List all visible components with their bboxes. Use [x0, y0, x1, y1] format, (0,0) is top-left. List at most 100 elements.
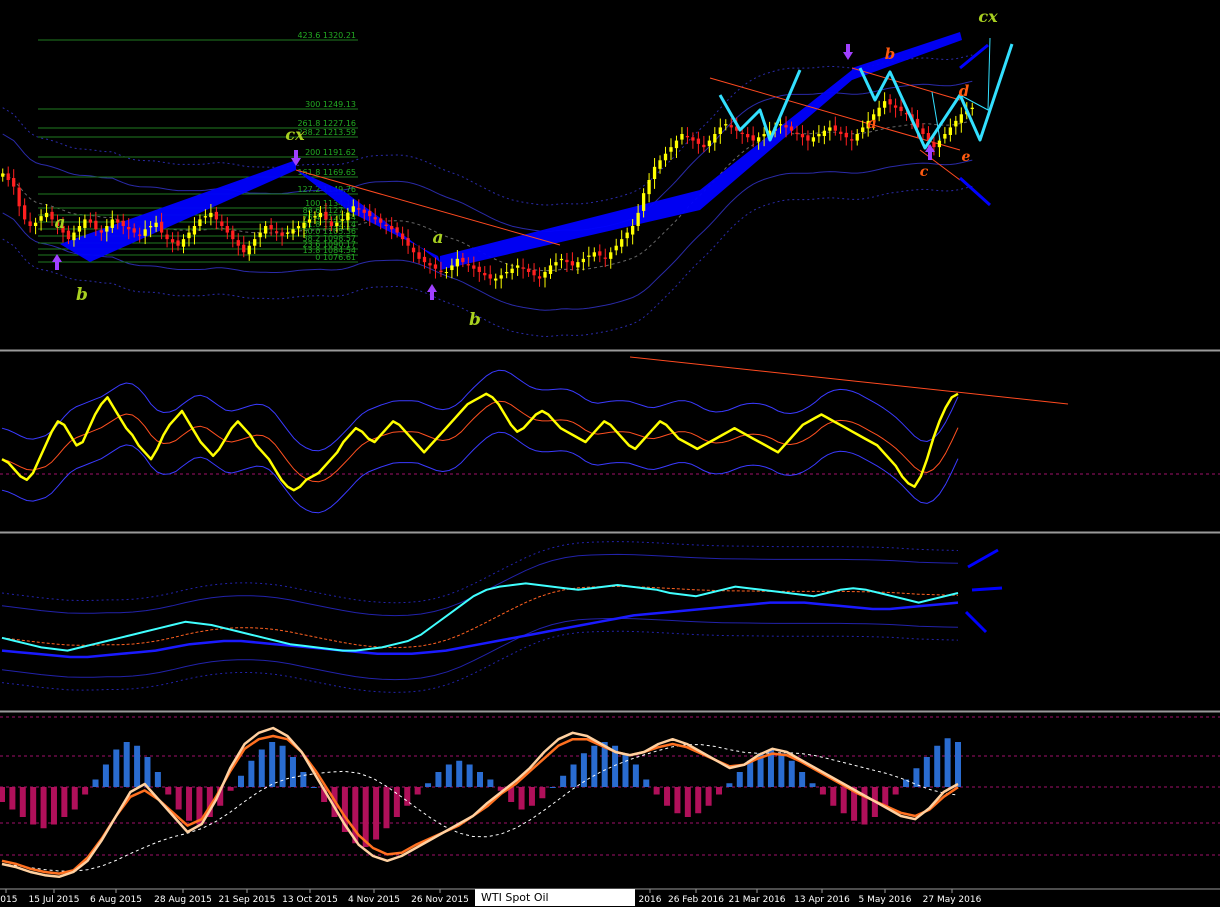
histogram-bar: [622, 753, 629, 787]
candle-body: [658, 160, 662, 169]
histogram-bar: [19, 787, 26, 817]
x-tick-label: 2015: [0, 895, 17, 905]
candle-body: [253, 239, 257, 246]
candle-body: [751, 135, 755, 141]
candle-body: [138, 234, 142, 236]
x-tick-label: 28 Aug 2015: [154, 895, 212, 905]
histogram-bar: [92, 779, 99, 787]
candle-body: [724, 124, 728, 126]
histogram-bar: [393, 787, 400, 817]
histogram-bar: [653, 787, 660, 795]
candle-body: [954, 120, 958, 127]
candle-body: [373, 217, 377, 220]
chart-background: [0, 0, 1220, 907]
candle-body: [937, 140, 942, 148]
candle-body: [746, 134, 750, 138]
wave-label: b: [885, 45, 896, 63]
x-tick-label: 4 Nov 2015: [348, 895, 400, 905]
histogram-bar: [435, 772, 442, 787]
candle-body: [778, 124, 783, 126]
x-tick-label: 27 May 2016: [923, 895, 982, 905]
x-tick-label: 2016: [639, 895, 662, 905]
candle-body: [99, 230, 103, 233]
x-tick-label: 6 Aug 2015: [90, 895, 142, 905]
candle-body: [702, 144, 706, 148]
candle-body: [696, 138, 701, 144]
histogram-bar: [674, 787, 681, 814]
histogram-bar: [788, 760, 795, 787]
candle-body: [6, 173, 10, 180]
projection-line: [971, 586, 1003, 592]
candle-body: [510, 268, 514, 273]
candle-body: [921, 128, 925, 134]
candle-body: [784, 125, 788, 128]
x-tick-label: 26 Feb 2016: [668, 895, 724, 905]
histogram-bar: [373, 787, 380, 840]
candle-body: [762, 134, 766, 137]
wave-label: d: [959, 82, 970, 100]
candle-body: [77, 226, 82, 232]
candle-body: [581, 258, 585, 263]
x-tick-label: 15 Jul 2015: [29, 895, 80, 905]
histogram-bar: [383, 787, 390, 829]
candle-body: [565, 259, 569, 263]
candle-body: [335, 222, 339, 226]
histogram-bar: [71, 787, 78, 810]
histogram-bar: [861, 787, 868, 825]
histogram-bar: [175, 787, 182, 810]
candle-body: [877, 107, 881, 117]
histogram-bar: [705, 787, 712, 806]
candle-body: [554, 262, 558, 266]
histogram-bar: [539, 787, 546, 799]
candle-body: [691, 137, 695, 141]
candle-body: [340, 219, 344, 221]
x-tick-label: 26 Nov 2015: [411, 895, 469, 905]
histogram-bar: [82, 787, 89, 795]
candle-body: [488, 274, 492, 279]
histogram-bar: [591, 745, 598, 787]
wave-label: a: [432, 228, 443, 248]
fib-level-label: 423.6 1320.21: [297, 31, 356, 40]
x-tick-label: 21 Mar 2016: [728, 895, 785, 905]
wave-label: a: [54, 213, 65, 233]
candle-body: [850, 139, 854, 141]
candle-body: [422, 256, 427, 263]
candle-body: [280, 232, 284, 236]
wave-label: a: [867, 114, 877, 132]
candle-body: [587, 255, 591, 257]
candle-body: [532, 270, 536, 276]
histogram-bar: [560, 775, 567, 787]
x-tick-label: 13 Oct 2015: [282, 895, 338, 905]
histogram-bar: [50, 787, 57, 825]
candle-body: [817, 134, 821, 137]
candle-body: [450, 265, 454, 271]
candle-body: [526, 268, 531, 272]
candle-body: [28, 221, 32, 226]
histogram-bar: [425, 783, 432, 787]
wave-label: cx: [978, 7, 998, 26]
candle-body: [543, 272, 547, 278]
candle-body: [828, 127, 832, 131]
candle-body: [718, 127, 722, 134]
histogram-bar: [695, 787, 702, 814]
candle-body: [390, 226, 394, 230]
candle-body: [598, 251, 602, 256]
candle-body: [307, 219, 312, 223]
wave-label: b: [76, 285, 88, 305]
histogram-bar: [238, 775, 244, 787]
candle-body: [603, 257, 607, 259]
candle-body: [83, 219, 87, 228]
candle-body: [499, 275, 503, 279]
histogram-bar: [736, 772, 743, 787]
fib-level-label: 238.2 1213.59: [297, 128, 356, 137]
candle-body: [264, 226, 268, 234]
candle-body: [713, 134, 717, 143]
candle-body: [66, 230, 71, 240]
histogram-bar: [955, 742, 961, 787]
candle-body: [806, 135, 810, 141]
histogram-bar: [258, 749, 265, 787]
candle-body: [663, 153, 668, 161]
candle-body: [406, 238, 410, 246]
histogram-bar: [102, 764, 109, 787]
candle-body: [296, 226, 301, 229]
